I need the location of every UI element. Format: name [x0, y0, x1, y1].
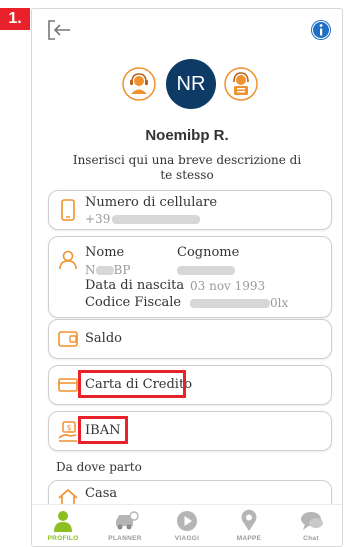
- user-name: Noemibp R.: [145, 127, 229, 144]
- avatar[interactable]: NR: [166, 59, 216, 109]
- from-section-title: Da dove parto: [56, 460, 142, 474]
- bank-transfer-icon: $: [58, 421, 77, 442]
- credit-card-highlight: [78, 370, 186, 398]
- map-pin-icon: [241, 509, 257, 531]
- home-label: Casa: [85, 486, 118, 501]
- tab-label: PLANNER: [108, 535, 142, 542]
- play-icon: [177, 511, 197, 531]
- step-badge: 1.: [0, 8, 30, 30]
- svg-text:$: $: [66, 423, 71, 432]
- tab-label: MAPPE: [236, 535, 262, 542]
- info-icon[interactable]: [310, 19, 332, 41]
- bio-description[interactable]: Inserisci qui una breve descrizione di t…: [72, 153, 302, 183]
- iban-highlight: [78, 416, 128, 444]
- first-name-value: N BP: [85, 263, 131, 277]
- saldo-label: Saldo: [85, 331, 122, 346]
- tab-label: Chat: [303, 535, 319, 542]
- wallet-icon: [58, 331, 78, 347]
- tab-label: PROFILO: [47, 535, 79, 542]
- birth-date-label: Data di nascita: [85, 278, 185, 293]
- tab-chat[interactable]: Chat: [280, 505, 342, 546]
- saldo-item[interactable]: Saldo: [48, 319, 332, 359]
- phone-icon: [61, 199, 75, 221]
- app-frame: NR Noemibp R. Inserisci qui una breve de…: [31, 8, 343, 547]
- top-bar: [32, 9, 342, 49]
- tab-profilo[interactable]: PROFILO: [32, 505, 94, 546]
- logout-icon[interactable]: [46, 19, 72, 41]
- phone-label: Numero di cellulare: [85, 195, 218, 210]
- tab-mappe[interactable]: MAPPE: [218, 505, 280, 546]
- tab-viaggi[interactable]: VIAGGI: [156, 505, 218, 546]
- fiscal-code-value: 0lx: [190, 296, 288, 310]
- last-name-value: [177, 263, 235, 277]
- personal-data-card[interactable]: Nome Cognome N BP Data di nascita 03 nov …: [48, 236, 332, 318]
- tab-label: VIAGGI: [174, 535, 200, 542]
- person-icon: [59, 250, 77, 270]
- credit-card-icon: [58, 378, 78, 392]
- bottom-tab-bar: PROFILO PLANNER VIAGGI MAPPE Chat: [32, 504, 342, 546]
- phone-card[interactable]: Numero di cellulare +39: [48, 190, 332, 230]
- phone-value: +39: [85, 212, 201, 226]
- profile-icon: [54, 511, 72, 532]
- birth-date-value: 03 nov 1993: [190, 279, 266, 293]
- last-name-label: Cognome: [177, 245, 240, 260]
- chat-icon: [301, 512, 323, 530]
- fiscal-code-label: Codice Fiscale: [85, 295, 182, 310]
- planner-car-icon: [116, 511, 139, 530]
- customer-support-icon[interactable]: [122, 67, 156, 101]
- first-name-label: Nome: [85, 245, 125, 260]
- phone-support-icon[interactable]: [224, 67, 258, 101]
- tab-planner[interactable]: PLANNER: [94, 505, 156, 546]
